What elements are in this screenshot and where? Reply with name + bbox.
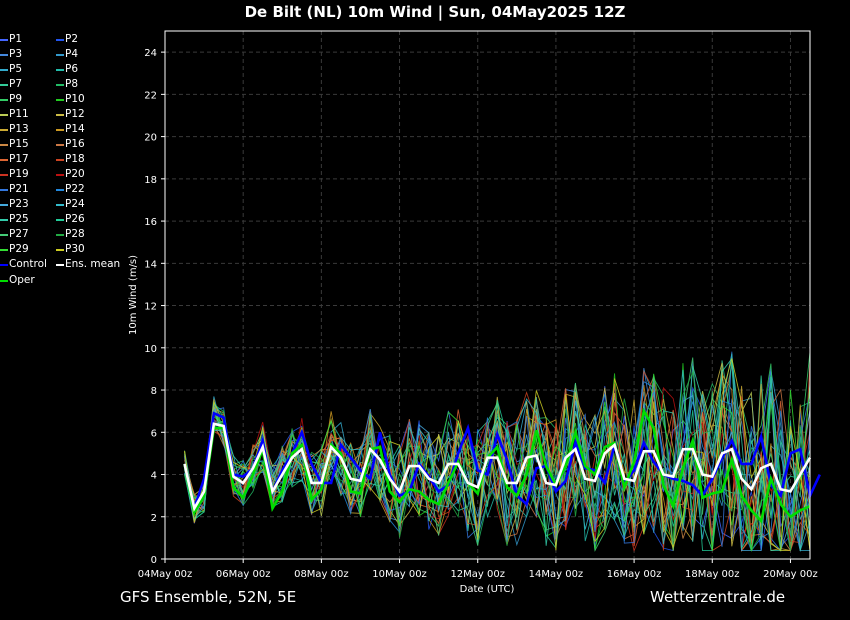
y-tick-label: 8 (151, 386, 157, 397)
y-tick-label: 20 (144, 133, 157, 144)
y-tick-label: 12 (144, 302, 157, 313)
footer-source: Wetterzentrale.de (650, 588, 786, 606)
y-tick-label: 0 (151, 555, 157, 566)
x-axis-label: Date (UTC) (460, 584, 515, 595)
x-tick-label: 16May 00z (607, 569, 662, 580)
x-tick-label: 10May 00z (372, 569, 427, 580)
x-tick-label: 06May 00z (216, 569, 271, 580)
footer-model: GFS Ensemble, 52N, 5E (120, 588, 297, 606)
x-tick-label: 08May 00z (294, 569, 349, 580)
y-axis-label: 10m Wind (m/s) (128, 255, 139, 335)
y-tick-label: 6 (151, 428, 157, 439)
x-tick-label: 14May 00z (529, 569, 584, 580)
x-tick-label: 18May 00z (685, 569, 740, 580)
y-tick-label: 14 (144, 259, 157, 270)
y-tick-label: 16 (144, 217, 157, 228)
x-tick-label: 12May 00z (450, 569, 505, 580)
x-tick-label: 04May 00z (138, 569, 193, 580)
y-tick-label: 2 (151, 513, 157, 524)
y-tick-label: 24 (144, 48, 157, 59)
y-tick-label: 18 (144, 175, 157, 186)
y-tick-label: 4 (151, 471, 157, 482)
x-tick-label: 20May 00z (763, 569, 818, 580)
y-tick-label: 10 (144, 344, 157, 355)
chart-area: 02468101214161820222404May 00z 06May 00z 0… (128, 30, 821, 595)
y-tick-label: 22 (144, 90, 157, 101)
